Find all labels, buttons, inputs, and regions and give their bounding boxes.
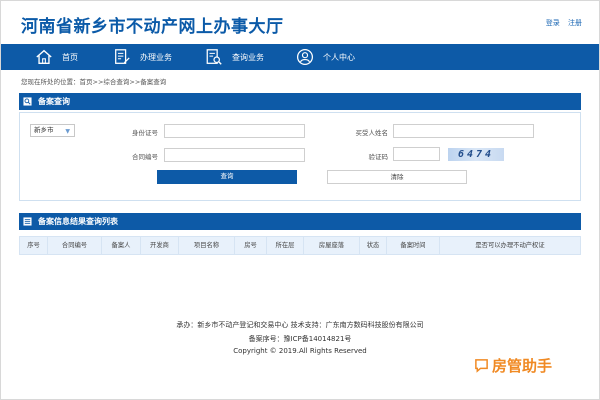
- column-header: 状态: [360, 237, 387, 254]
- results-table-header: 序号 合同编号 备案人 开发商 项目名称 房号 所在层 房屋座落 状态 备案时间…: [19, 236, 581, 255]
- results-panel-header: 备案信息结果查询列表: [19, 213, 581, 230]
- nav-personal-center[interactable]: 个人中心: [296, 44, 355, 70]
- query-panel-title: 备案查询: [38, 97, 70, 106]
- nav-personal-center-label: 个人中心: [323, 52, 355, 62]
- results-panel-title: 备案信息结果查询列表: [38, 217, 118, 226]
- login-link[interactable]: 登录: [546, 19, 560, 27]
- main-navbar: 首页 办理业务 查询业务 个人中心: [1, 44, 599, 70]
- footer-organizer: 承办：新乡市不动产登记和交易中心 技术支持：广东南方数码科技股份有限公司: [176, 321, 424, 329]
- column-header: 是否可以办理不动产权证: [475, 242, 545, 249]
- watermark-text: 房管助手: [492, 356, 553, 375]
- watermark: 房管助手: [474, 352, 584, 378]
- user-icon: [296, 48, 314, 66]
- column-header: 备案时间: [387, 237, 440, 254]
- query-panel-header: 备案查询: [19, 93, 581, 110]
- captcha-label: 验证码: [368, 153, 389, 161]
- column-header: 项目名称: [179, 237, 235, 254]
- column-header: 开发商: [141, 237, 179, 254]
- breadcrumb: 您现在所处的位置：首页>>综合查询>>备案查询: [21, 78, 167, 86]
- column-header: 序号: [20, 237, 48, 254]
- column-header: 所在层: [267, 237, 304, 254]
- contract-number-label: 合同编号: [132, 153, 158, 161]
- site-title: 河南省新乡市不动产网上办事大厅: [21, 17, 284, 37]
- form-edit-icon: [115, 49, 130, 64]
- column-header: 房屋座落: [304, 237, 360, 254]
- buyer-name-label: 买受人姓名: [355, 129, 389, 137]
- city-select-value: 新乡市: [34, 126, 54, 134]
- captcha-image[interactable]: 6474: [448, 148, 504, 161]
- register-link[interactable]: 注册: [568, 19, 582, 27]
- nav-query-business[interactable]: 查询业务: [205, 44, 264, 70]
- query-button[interactable]: 查询: [157, 170, 297, 184]
- nav-handle-business-label: 办理业务: [140, 52, 172, 62]
- clear-button[interactable]: 清除: [327, 170, 467, 184]
- nav-handle-business[interactable]: 办理业务: [113, 44, 172, 70]
- contract-number-input[interactable]: [164, 148, 305, 162]
- home-icon: [36, 49, 52, 64]
- list-panel-icon: [23, 217, 32, 226]
- nav-home[interactable]: 首页: [35, 44, 78, 70]
- search-panel-icon: [23, 97, 32, 106]
- top-links: 登录 注册: [540, 18, 582, 28]
- buyer-name-input[interactable]: [393, 124, 534, 138]
- nav-query-business-label: 查询业务: [232, 52, 264, 62]
- chevron-down-icon: ▼: [65, 128, 70, 135]
- id-number-label: 身份证号: [132, 129, 158, 137]
- column-header: 备案人: [102, 237, 141, 254]
- footer-icp: 备案序号：豫ICP备14014821号: [248, 335, 352, 343]
- id-number-input[interactable]: [164, 124, 305, 138]
- column-header: 房号: [235, 237, 267, 254]
- captcha-input[interactable]: [393, 147, 440, 161]
- search-document-icon: [206, 49, 222, 65]
- column-header: 合同编号: [48, 237, 102, 254]
- nav-home-label: 首页: [62, 52, 78, 62]
- chat-bubble-icon: [475, 358, 488, 373]
- city-select[interactable]: 新乡市 ▼: [30, 124, 75, 137]
